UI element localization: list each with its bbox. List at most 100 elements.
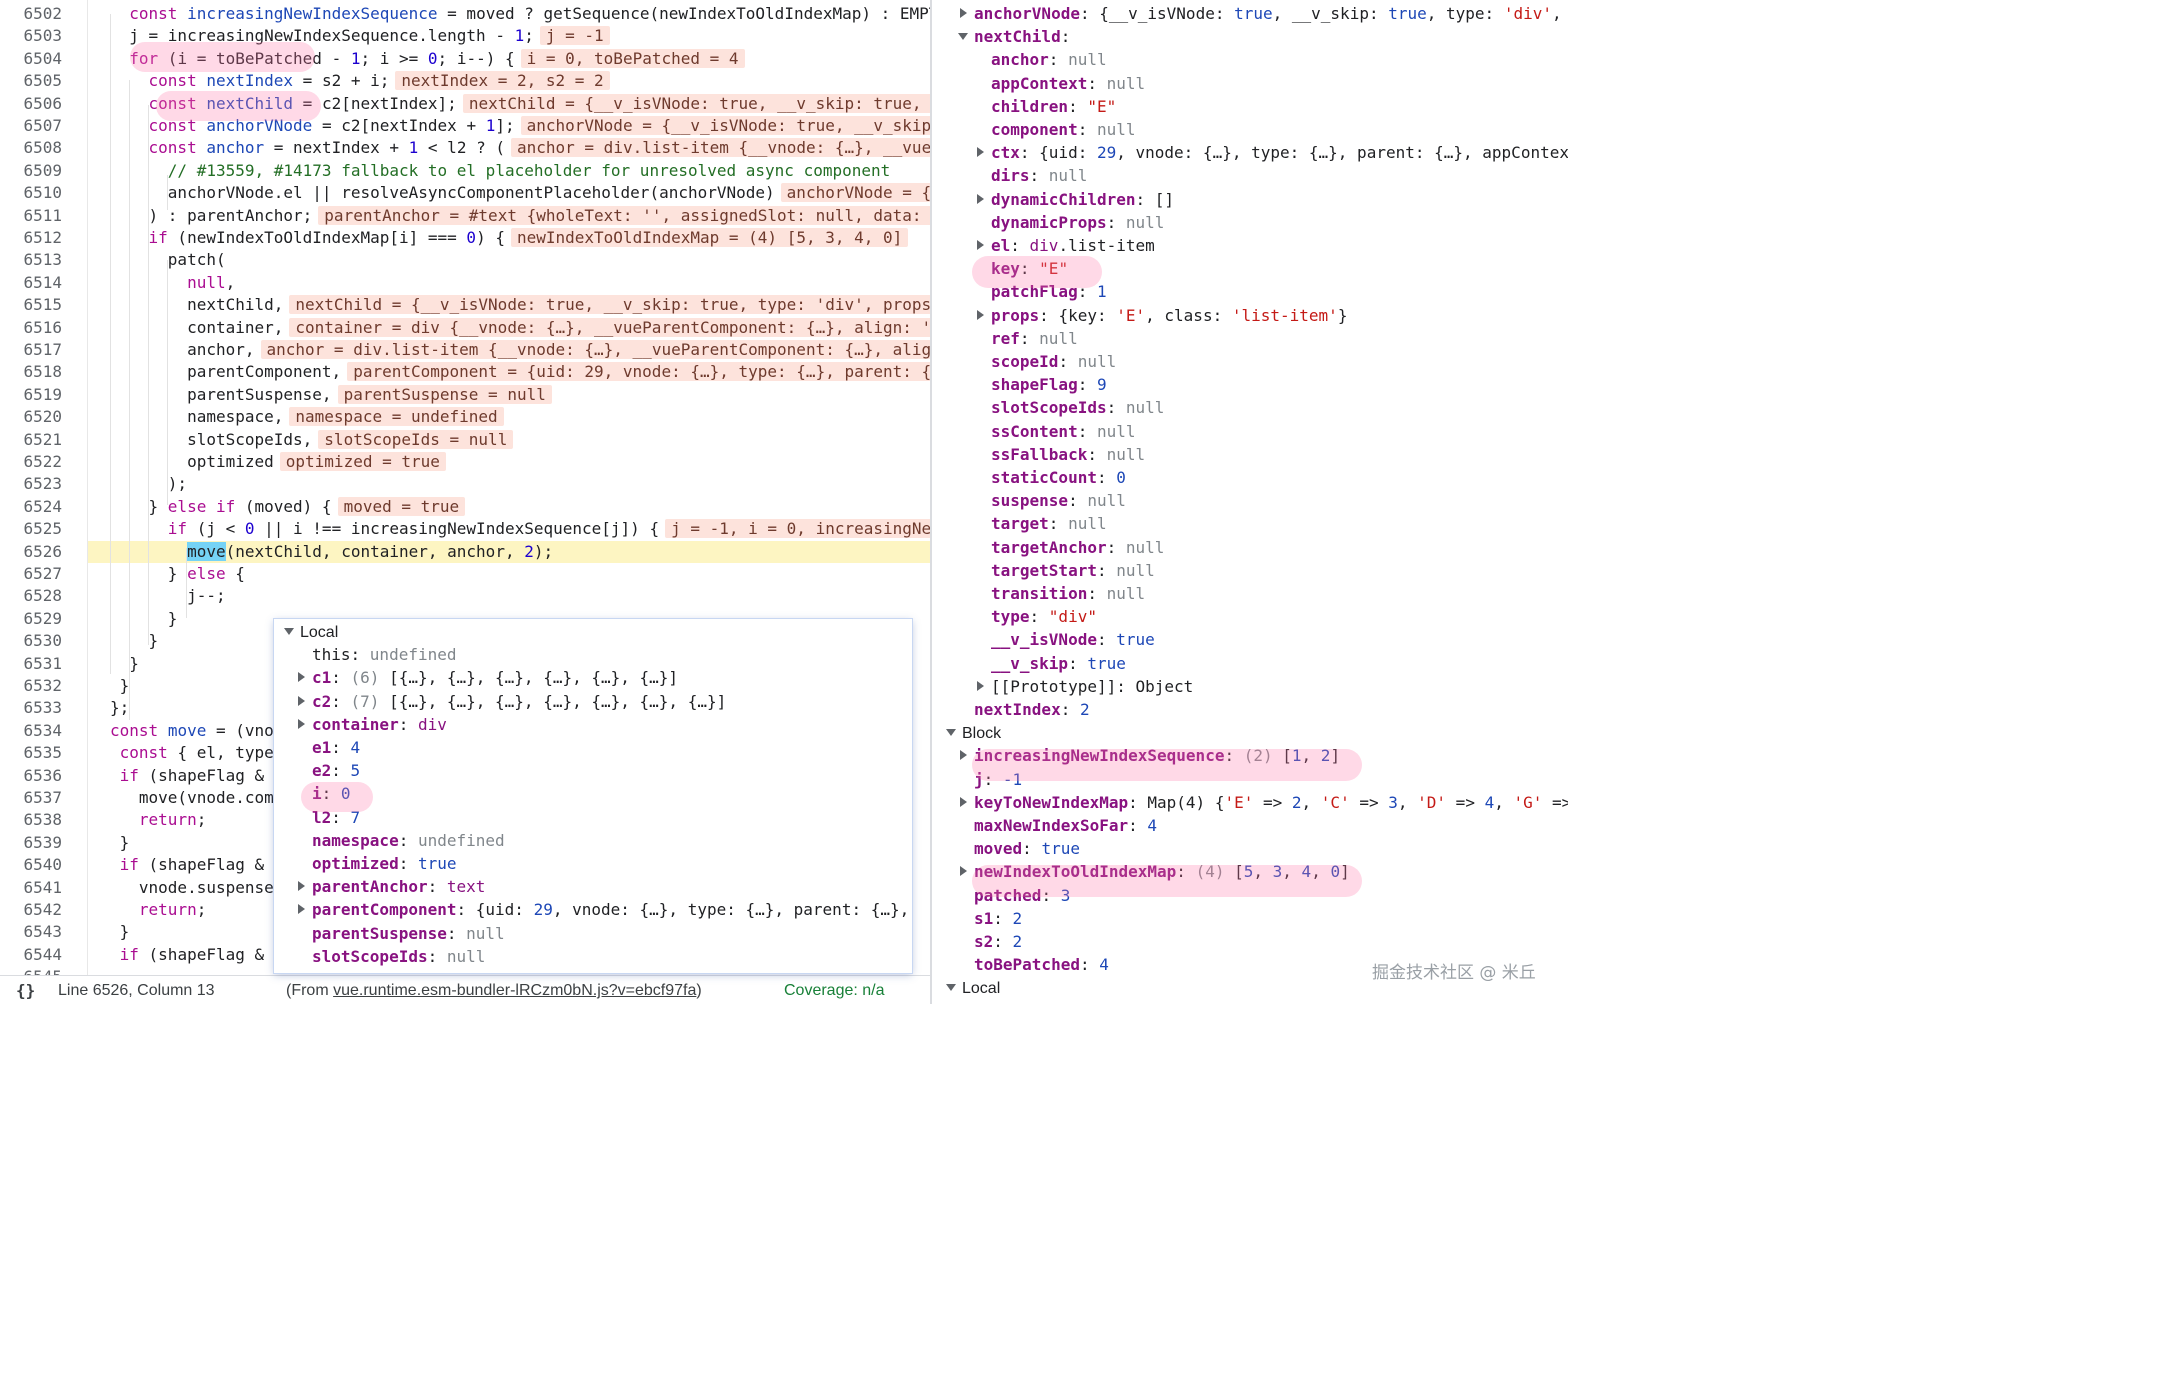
line-number[interactable]: 6507	[0, 115, 62, 137]
line-number[interactable]: 6508	[0, 137, 62, 159]
scope-row[interactable]: dynamicProps: null	[991, 211, 1164, 234]
line-number[interactable]: 6528	[0, 585, 62, 607]
scope-row[interactable]: anchorVNode: {__v_isVNode: true, __v_ski…	[974, 2, 1568, 25]
collapsed-arrow-icon[interactable]	[977, 680, 984, 691]
line-number[interactable]: 6527	[0, 563, 62, 585]
inline-value[interactable]: optimized = true	[279, 452, 446, 471]
scope-row[interactable]: children: "E"	[991, 95, 1116, 118]
scope-row[interactable]: targetAnchor: null	[991, 536, 1164, 559]
line-number[interactable]: 6509	[0, 160, 62, 182]
line-number[interactable]: 6530	[0, 630, 62, 652]
line-number[interactable]: 6532	[0, 675, 62, 697]
pretty-print-icon[interactable]: {}	[16, 976, 35, 1005]
scope-row[interactable]: type: "div"	[991, 605, 1097, 628]
line-number[interactable]: 6510	[0, 182, 62, 204]
inline-value[interactable]: namespace = undefined	[289, 407, 504, 427]
scope-row[interactable]: nextIndex: 2	[974, 698, 1090, 721]
inline-value[interactable]: newIndexToOldIndexMap = (4) [5, 3, 4, 0]	[510, 228, 909, 247]
scope-row[interactable]: [[Prototype]]: Object	[991, 675, 1193, 698]
collapsed-arrow-icon[interactable]	[298, 718, 305, 729]
line-number[interactable]: 6522	[0, 451, 62, 473]
scope-row[interactable]: moved: true	[974, 837, 1080, 860]
line-number[interactable]: 6541	[0, 877, 62, 899]
scope-row[interactable]: __v_isVNode: true	[991, 628, 1155, 651]
popup-row[interactable]: this: undefined	[312, 643, 457, 666]
scope-hover-popup[interactable]: Local this: undefined c1: (6) [{…}, {…}, {…	[274, 619, 912, 973]
line-number[interactable]: 6524	[0, 496, 62, 518]
scope-row[interactable]: Local	[962, 976, 1000, 999]
inline-value[interactable]: i = 0, toBePatched = 4	[520, 48, 745, 68]
line-number[interactable]: 6537	[0, 787, 62, 809]
scope-row[interactable]: shapeFlag: 9	[991, 373, 1107, 396]
scope-row[interactable]: s1: 2	[974, 907, 1022, 930]
inline-value[interactable]: parentComponent = {uid: 29, vnode: {…}, …	[347, 362, 930, 382]
line-number[interactable]: 6531	[0, 653, 62, 675]
inline-value[interactable]: nextChild = {__v_isVNode: true, __v_skip…	[289, 295, 930, 315]
popup-row[interactable]: e2: 5	[312, 759, 360, 782]
scope-row[interactable]: staticCount: 0	[991, 466, 1126, 489]
popup-row[interactable]: Local	[300, 620, 338, 643]
scope-row[interactable]: maxNewIndexSoFar: 4	[974, 814, 1157, 837]
popup-row[interactable]: c1: (6) [{…}, {…}, {…}, {…}, {…}, {…}]	[312, 666, 678, 689]
inline-value[interactable]: parentSuspense = null	[337, 384, 552, 404]
line-number[interactable]: 6540	[0, 854, 62, 876]
coverage-status[interactable]: Coverage: n/a	[784, 976, 885, 1005]
scope-row[interactable]: Block	[962, 721, 1001, 744]
line-number[interactable]: 6536	[0, 765, 62, 787]
popup-row[interactable]: c2: (7) [{…}, {…}, {…}, {…}, {…}, {…}, {…	[312, 690, 726, 713]
expanded-arrow-icon[interactable]	[946, 984, 956, 992]
scope-row[interactable]: scopeId: null	[991, 350, 1116, 373]
popup-row[interactable]: e1: 4	[312, 736, 360, 759]
scope-row[interactable]: transition: null	[991, 582, 1145, 605]
line-number[interactable]: 6506	[0, 93, 62, 115]
line-number[interactable]: 6511	[0, 205, 62, 227]
scope-row[interactable]: el: div.list-item	[991, 234, 1155, 257]
scope-row[interactable]: ssContent: null	[991, 420, 1136, 443]
line-number[interactable]: 6516	[0, 317, 62, 339]
line-number[interactable]: 6505	[0, 70, 62, 92]
line-number[interactable]: 6517	[0, 339, 62, 361]
line-number[interactable]: 6503	[0, 25, 62, 47]
collapsed-arrow-icon[interactable]	[298, 881, 305, 892]
collapsed-arrow-icon[interactable]	[960, 866, 967, 877]
popup-row[interactable]: container: div	[312, 713, 447, 736]
line-number[interactable]: 6542	[0, 899, 62, 921]
popup-row[interactable]: parentComponent: {uid: 29, vnode: {…}, t…	[312, 898, 912, 921]
line-number[interactable]: 6525	[0, 518, 62, 540]
popup-row[interactable]: parentAnchor: text	[312, 875, 485, 898]
line-number[interactable]: 6538	[0, 809, 62, 831]
popup-row[interactable]: namespace: undefined	[312, 829, 505, 852]
line-number-gutter[interactable]: 6502 6503 6504 6505 6506 6507 6508 6509 6510 6511…	[0, 0, 88, 975]
inline-value[interactable]: anchorVNode = {__v_isVNode: true, __v_sk…	[520, 116, 930, 135]
collapsed-arrow-icon[interactable]	[960, 796, 967, 807]
line-number[interactable]: 6502	[0, 3, 62, 25]
collapsed-arrow-icon[interactable]	[977, 147, 984, 158]
popup-row[interactable]: parentSuspense: null	[312, 922, 505, 945]
line-number[interactable]: 6533	[0, 697, 62, 719]
line-number[interactable]: 6512	[0, 227, 62, 249]
scope-row[interactable]: ctx: {uid: 29, vnode: {…}, type: {…}, pa…	[991, 141, 1568, 164]
inline-value[interactable]: nextChild = {__v_isVNode: true, __v_skip…	[462, 93, 930, 113]
line-number[interactable]: 6504	[0, 48, 62, 70]
scope-row[interactable]: nextChild:	[974, 25, 1070, 48]
scope-row[interactable]: appContext: null	[991, 72, 1145, 95]
expanded-arrow-icon[interactable]	[958, 33, 968, 41]
scope-row[interactable]: props: {key: 'E', class: 'list-item'}	[991, 304, 1347, 327]
scope-row[interactable]: anchor: null	[991, 48, 1107, 71]
collapsed-arrow-icon[interactable]	[298, 904, 305, 915]
inline-value[interactable]: parentAnchor = #text {wholeText: '', ass…	[318, 205, 930, 225]
inline-value[interactable]: anchorVNode = {__v_isVNode}	[780, 183, 930, 203]
scope-row[interactable]: ssFallback: null	[991, 443, 1145, 466]
source-file-link[interactable]: vue.runtime.esm-bundler-lRCzm0bN.js?v=eb…	[333, 982, 696, 999]
scope-row[interactable]: component: null	[991, 118, 1136, 141]
scope-row[interactable]: s2: 2	[974, 930, 1022, 953]
line-number[interactable]: 6513	[0, 249, 62, 271]
scope-pane[interactable]: anchorVNode: {__v_isVNode: true, __v_ski…	[932, 0, 1568, 1004]
collapsed-arrow-icon[interactable]	[977, 309, 984, 320]
line-number[interactable]: 6535	[0, 742, 62, 764]
line-number[interactable]: 6545	[0, 966, 62, 975]
line-number[interactable]: 6534	[0, 720, 62, 742]
scope-row[interactable]: suspense: null	[991, 489, 1126, 512]
scope-row[interactable]: dirs: null	[991, 164, 1087, 187]
inline-value[interactable]: nextIndex = 2, s2 = 2	[395, 71, 610, 91]
